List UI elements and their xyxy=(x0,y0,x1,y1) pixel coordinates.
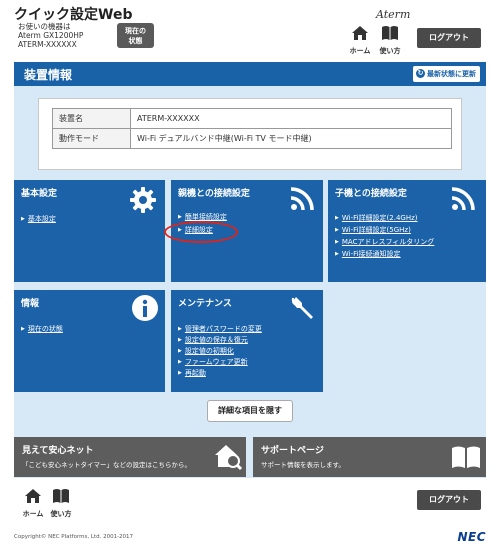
safe-net-tile[interactable]: 見えて安心ネット 「こども安心ネットタイマー」などの設定はこちらから。 xyxy=(14,437,246,477)
nec-logo: NEC xyxy=(457,530,486,544)
arrow-icon: ▶ xyxy=(21,216,25,222)
footer: ホーム 使い方 ログアウト xyxy=(0,478,500,518)
info-icon xyxy=(132,295,158,321)
maintenance-tile: メンテナンス ▶ 管理者パスワードの変更 ▶ 設定値の保存＆復元 ▶ 設定値の初期化 … xyxy=(171,290,323,392)
house-search-icon xyxy=(215,445,242,471)
book-icon xyxy=(452,446,480,468)
link-wifi-24[interactable]: ▶ Wi-Fi詳細設定(2.4GHz) xyxy=(335,213,418,223)
header: クイック設定Web お使いの機器は Aterm GX1200HP ATERM-X… xyxy=(0,0,500,58)
device-info-table: 装置名 ATERM-XXXXXX 動作モード Wi-Fi デュアルバンド中継(W… xyxy=(52,108,452,149)
book-icon xyxy=(53,489,69,503)
gear-icon xyxy=(130,187,156,213)
current-status-button[interactable]: 現在の 状態 xyxy=(117,23,154,48)
safe-net-title: 見えて安心ネット xyxy=(22,446,94,456)
wrench-icon xyxy=(291,297,313,319)
info-tile: 情報 ▶ 現在の状態 xyxy=(14,290,165,392)
panel-title: 装置情報 xyxy=(24,68,73,82)
support-subtitle: サポート情報を表示します。 xyxy=(261,461,345,469)
footer-logout-button[interactable]: ログアウト xyxy=(417,490,481,510)
wifi-icon xyxy=(451,187,475,211)
tile-title: 基本設定 xyxy=(21,189,58,199)
arrow-icon: ▶ xyxy=(335,227,339,233)
tile-title: 子機との接続設定 xyxy=(335,189,407,199)
link-wifi-5[interactable]: ▶ Wi-Fi詳細設定(5GHz) xyxy=(335,225,411,235)
info-value: ATERM-XXXXXX xyxy=(130,108,452,129)
arrow-icon: ▶ xyxy=(178,370,182,376)
info-key: 装置名 xyxy=(52,108,131,129)
help-button[interactable]: 使い方 xyxy=(373,25,407,57)
link-basic-settings[interactable]: ▶ 基本設定 xyxy=(21,214,56,224)
panel-header: 装置情報 ↻ 最新状態に更新 xyxy=(14,62,486,86)
tile-title: 親機との接続設定 xyxy=(178,189,250,199)
arrow-icon: ▶ xyxy=(178,359,182,365)
arrow-icon: ▶ xyxy=(335,215,339,221)
safe-net-subtitle: 「こども安心ネットタイマー」などの設定はこちらから。 xyxy=(22,461,191,469)
app-title: クイック設定Web xyxy=(14,7,133,23)
home-icon xyxy=(352,26,368,40)
link-mac-filter[interactable]: ▶ MACアドレスフィルタリング xyxy=(335,237,434,247)
arrow-icon: ▶ xyxy=(335,251,339,257)
info-key: 動作モード xyxy=(52,128,131,149)
status-button-line2: 状態 xyxy=(128,37,143,45)
refresh-icon: ↻ xyxy=(416,68,425,78)
device-name: ATERM-XXXXXX xyxy=(18,40,77,49)
status-button-line1: 現在の xyxy=(125,27,146,35)
child-connection-tile: 子機との接続設定 ▶ Wi-Fi詳細設定(2.4GHz) ▶ Wi-Fi詳細設定(5… xyxy=(328,180,486,282)
copyright: Copyright© NEC Platforms, Ltd. 2001-2017 xyxy=(14,534,134,540)
support-title: サポートページ xyxy=(261,446,324,456)
home-button[interactable]: ホーム xyxy=(343,25,377,57)
arrow-icon: ▶ xyxy=(178,348,182,354)
link-initialize[interactable]: ▶ 設定値の初期化 xyxy=(178,346,234,356)
brand-logo: Aterm xyxy=(376,8,411,21)
tile-title: 情報 xyxy=(21,299,40,309)
refresh-label: 最新状態に更新 xyxy=(427,70,476,78)
device-info-box: 装置名 ATERM-XXXXXX 動作モード Wi-Fi デュアルバンド中継(W… xyxy=(38,98,462,170)
support-page-tile[interactable]: サポートページ サポート情報を表示します。 xyxy=(253,437,486,477)
arrow-icon: ▶ xyxy=(21,326,25,332)
link-current-status[interactable]: ▶ 現在の状態 xyxy=(21,324,63,334)
arrow-icon: ▶ xyxy=(335,239,339,245)
book-icon xyxy=(382,26,398,40)
hide-details-button[interactable]: 詳細な項目を隠す xyxy=(207,400,293,422)
home-label: ホーム xyxy=(349,47,371,55)
home-icon xyxy=(25,489,41,503)
table-row: 動作モード Wi-Fi デュアルバンド中継(Wi-Fi TV モード中継) xyxy=(52,128,452,149)
wifi-icon xyxy=(290,187,314,211)
footer-help-button[interactable]: 使い方 xyxy=(44,488,78,520)
link-admin-password[interactable]: ▶ 管理者パスワードの変更 xyxy=(178,324,262,334)
info-value: Wi-Fi デュアルバンド中継(Wi-Fi TV モード中継) xyxy=(130,128,452,149)
link-save-restore[interactable]: ▶ 設定値の保存＆復元 xyxy=(178,335,248,345)
arrow-icon: ▶ xyxy=(178,337,182,343)
help-label: 使い方 xyxy=(379,47,401,55)
link-wifi-notify[interactable]: ▶ Wi-Fi接続通知設定 xyxy=(335,249,401,259)
basic-settings-tile: 基本設定 ▶ 基本設定 xyxy=(14,180,165,282)
link-firmware-update[interactable]: ▶ ファームウェア更新 xyxy=(178,357,248,367)
table-row: 装置名 ATERM-XXXXXX xyxy=(52,108,452,129)
arrow-icon: ▶ xyxy=(178,326,182,332)
tile-title: メンテナンス xyxy=(178,299,232,309)
link-reboot[interactable]: ▶ 再起動 xyxy=(178,368,206,378)
arrow-icon: ▶ xyxy=(178,214,182,220)
highlight-ring xyxy=(164,221,238,243)
footer-help-label: 使い方 xyxy=(50,510,72,518)
refresh-button[interactable]: ↻ 最新状態に更新 xyxy=(413,66,480,82)
logout-button[interactable]: ログアウト xyxy=(417,28,481,48)
